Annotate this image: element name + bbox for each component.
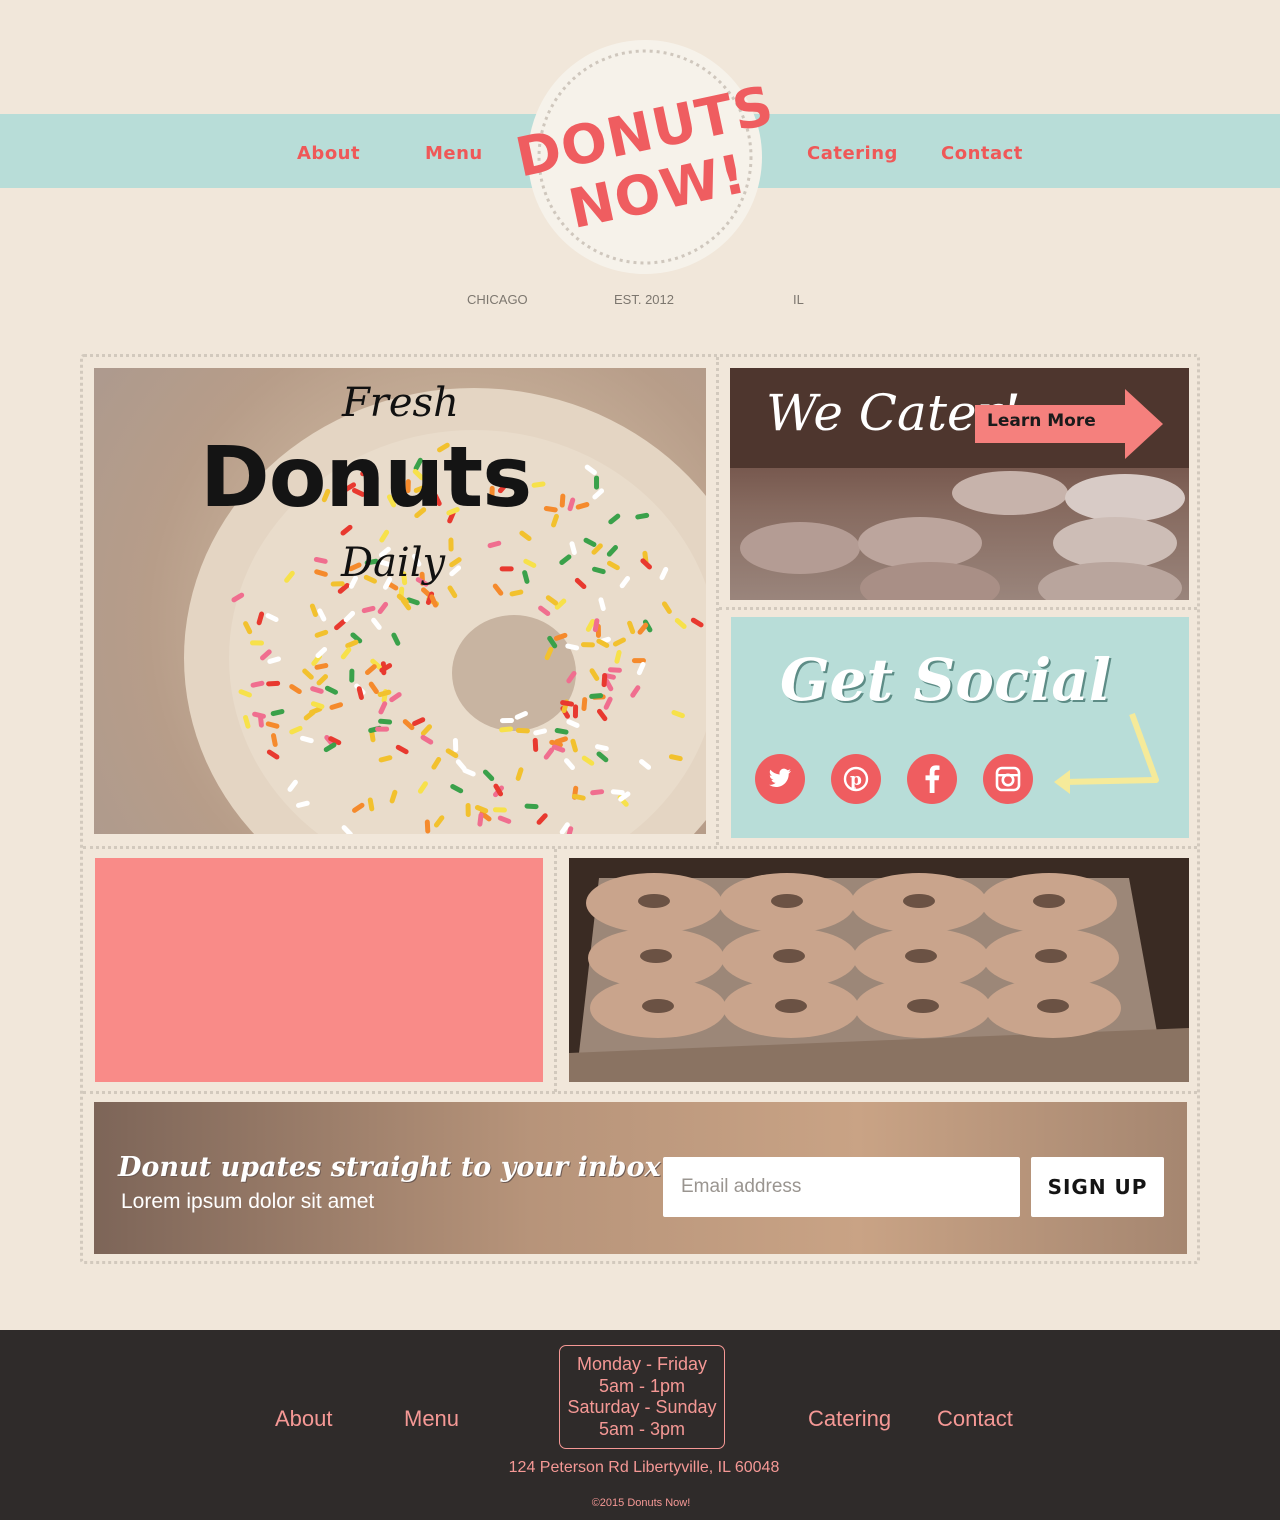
footer-catering-link[interactable]: Catering — [808, 1406, 891, 1432]
tagline-state: IL — [793, 292, 804, 307]
donut-hole — [775, 999, 807, 1013]
sprinkle — [349, 668, 355, 683]
hero-line-fresh: Fresh — [342, 380, 459, 426]
sprinkle — [465, 802, 471, 817]
donut-hole — [1035, 949, 1067, 963]
twitter-icon[interactable] — [755, 754, 805, 804]
footer-copyright: ©2015 Donuts Now! — [591, 1497, 691, 1509]
sprinkle — [492, 807, 507, 813]
hours-line: Monday - Friday — [576, 1354, 708, 1374]
donut-box-image — [569, 858, 1189, 1082]
tagline-established: EST. 2012 — [614, 292, 674, 307]
sprinkle — [424, 819, 431, 834]
donut-hole — [640, 949, 672, 963]
sprinkle — [499, 566, 514, 572]
facebook-icon[interactable] — [907, 754, 957, 804]
sprinkle — [601, 673, 608, 688]
pinterest-icon[interactable]: p — [831, 754, 881, 804]
hero-line-daily: Daily — [341, 540, 446, 586]
divider — [83, 846, 1197, 849]
nav-menu-link[interactable]: Menu — [425, 143, 483, 164]
footer-contact-link[interactable]: Contact — [937, 1406, 1013, 1432]
learn-more-button[interactable]: Learn More — [975, 389, 1163, 459]
newsletter-subtitle: Lorem ipsum dolor sit amet — [121, 1190, 375, 1213]
sprinkle — [515, 727, 530, 734]
sprinkle — [448, 537, 454, 552]
footer-about-link[interactable]: About — [275, 1406, 333, 1432]
donut-hole — [905, 949, 937, 963]
hours-line: 5am - 1pm — [598, 1375, 686, 1396]
donut-hole — [907, 999, 939, 1013]
sugar-donuts-illustration — [569, 858, 1189, 1082]
learn-more-label: Learn More — [987, 411, 1096, 431]
opening-hours-box: Monday - Friday 5am - 1pm Saturday - Sun… — [559, 1345, 725, 1449]
divider — [83, 1091, 1197, 1094]
nav-about-link[interactable]: About — [297, 143, 360, 164]
sprinkle — [452, 738, 459, 752]
donut-hole — [773, 949, 805, 963]
newsletter-title: Donut upates straight to your inbox — [118, 1152, 661, 1183]
sign-up-button[interactable]: SIGN UP — [1031, 1157, 1164, 1217]
donut-hole — [771, 894, 803, 908]
tagline-city: CHICAGO — [467, 292, 528, 307]
donut-hole — [642, 999, 674, 1013]
hours-line: Saturday - Sunday — [567, 1397, 717, 1417]
social-title: Get Social — [780, 646, 1111, 714]
sprinkle — [559, 493, 566, 508]
divider — [719, 607, 1197, 610]
sprinkle — [594, 475, 600, 490]
sprinkle — [249, 640, 264, 646]
nav-contact-link[interactable]: Contact — [941, 143, 1023, 164]
arrow-left-icon — [1054, 712, 1159, 794]
svg-text:p: p — [850, 770, 862, 790]
footer-menu-link[interactable]: Menu — [404, 1406, 459, 1432]
sprinkle — [572, 704, 579, 719]
instagram-icon[interactable] — [983, 754, 1033, 804]
donut-hole — [1033, 894, 1065, 908]
divider — [716, 357, 719, 845]
sprinkle — [499, 717, 514, 724]
sprinkle — [532, 737, 539, 752]
promo-block — [95, 858, 543, 1082]
donut-hole — [903, 894, 935, 908]
donut-hole — [638, 894, 670, 908]
footer-address: 124 Peterson Rd Libertyville, IL 60048 — [508, 1459, 780, 1476]
sprinkle — [375, 726, 390, 732]
sprinkle — [524, 803, 539, 810]
divider — [554, 849, 557, 1092]
sprinkle — [266, 680, 281, 687]
email-input[interactable] — [663, 1157, 1020, 1217]
hours-line: 5am - 3pm — [598, 1418, 686, 1439]
sprinkle — [580, 642, 595, 648]
logo[interactable]: DONUTS NOW! — [510, 40, 779, 274]
nav-catering-link[interactable]: Catering — [807, 143, 898, 164]
hero-line-donuts: Donuts — [200, 428, 532, 526]
donut-hole — [1037, 999, 1069, 1013]
sprinkle — [607, 667, 622, 673]
